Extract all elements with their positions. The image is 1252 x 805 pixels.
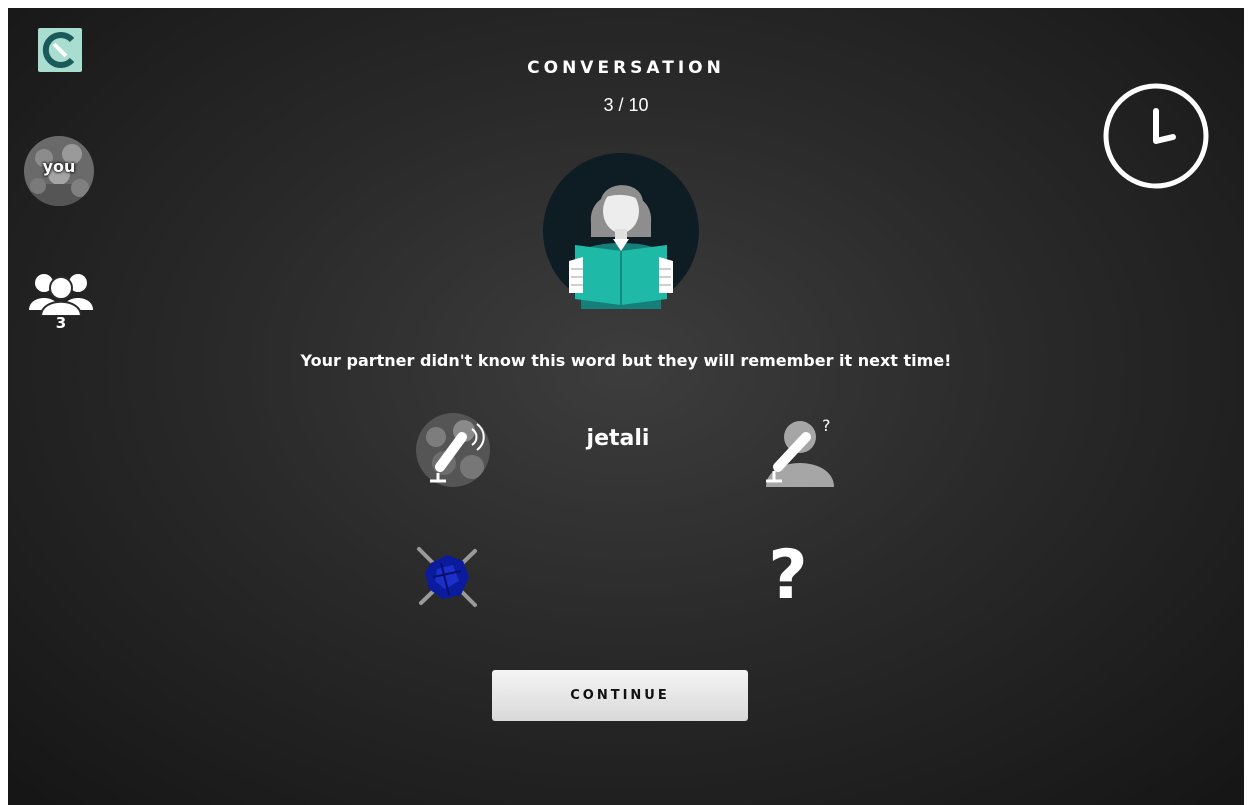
listener-question-icon: ? bbox=[766, 416, 834, 487]
speaking-microphone-icon bbox=[416, 413, 490, 487]
you-label: you bbox=[42, 157, 76, 176]
svg-text:?: ? bbox=[822, 416, 831, 435]
unknown-meaning-icon: ? bbox=[768, 536, 808, 615]
group-icon bbox=[29, 274, 93, 317]
result-message: Your partner didn't know this word but t… bbox=[300, 351, 952, 370]
blue-shape-icon bbox=[417, 547, 477, 607]
you-avatar: you bbox=[24, 136, 94, 206]
players-count: 3 bbox=[55, 314, 67, 332]
game-screen: you 3 CONVERSATION 3 / 10 Your partner d… bbox=[8, 8, 1244, 805]
continue-button[interactable]: CONTINUE bbox=[492, 670, 748, 721]
current-word: jetali bbox=[586, 426, 650, 451]
woman-reading-book-icon bbox=[543, 153, 699, 309]
page-title: CONVERSATION bbox=[527, 58, 725, 78]
round-progress: 3 / 10 bbox=[603, 95, 649, 115]
players-button[interactable]: 3 bbox=[25, 270, 97, 342]
clock-icon bbox=[1103, 83, 1209, 189]
